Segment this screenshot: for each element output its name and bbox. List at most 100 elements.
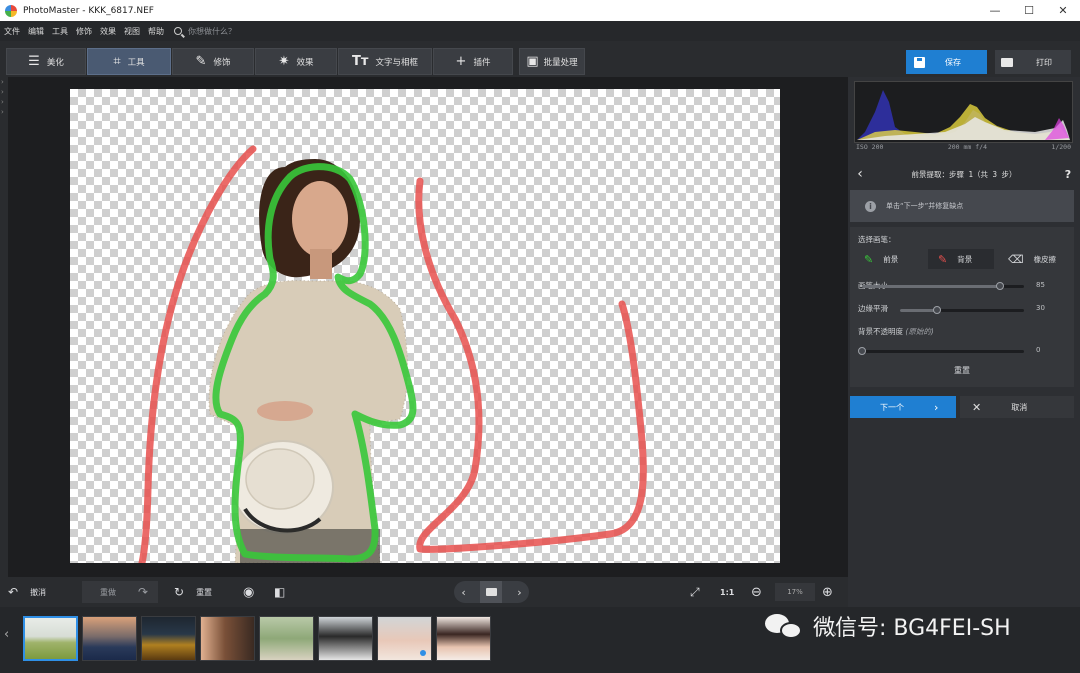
tab-effects[interactable]: ✷ 效果	[255, 48, 337, 75]
batch-process-label: 批量处理	[543, 57, 578, 68]
redo-label: 重做	[100, 587, 116, 597]
maximize-button[interactable]: ☐	[1012, 0, 1046, 21]
hint-text: 单击“下一步”并修复缺点	[886, 202, 964, 210]
background-opacity-label: 背景不透明度 (原始的)	[858, 326, 934, 337]
background-opacity-value: 0	[1036, 346, 1041, 354]
thumbnail[interactable]	[82, 616, 137, 661]
redo-icon: ↷	[138, 585, 149, 599]
image-canvas[interactable]	[70, 89, 780, 563]
eye-icon[interactable]: ◉	[243, 581, 263, 603]
foreground-brush-label: 前景	[883, 254, 899, 264]
save-button[interactable]: 保存	[906, 50, 987, 74]
zoom-in-icon[interactable]: ⊕	[822, 581, 838, 603]
cancel-label: 取消	[1011, 402, 1028, 412]
chevron-left-icon[interactable]: ‹	[4, 627, 9, 642]
info-icon: i	[865, 200, 876, 212]
eraser-icon: ⌫	[1008, 252, 1024, 266]
menu-help[interactable]: 帮助	[148, 26, 164, 37]
menu-retouch[interactable]: 修饰	[76, 26, 92, 37]
window-title: PhotoMaster - KKK_6817.NEF	[23, 5, 154, 16]
reset-button[interactable]: ↻ 重置	[168, 581, 234, 603]
tab-enhance[interactable]: ☰ 美化	[6, 48, 86, 75]
text-icon: Tт	[352, 54, 369, 69]
floppy-disk-icon	[914, 56, 925, 68]
tab-retouch[interactable]: ✎ 修饰	[172, 48, 254, 75]
thumbnail[interactable]	[318, 616, 373, 661]
background-opacity-text: 背景不透明度	[858, 327, 903, 336]
print-label: 打印	[1036, 57, 1052, 67]
thumbnail[interactable]	[141, 616, 196, 661]
brush-icon: ✎	[195, 54, 207, 69]
image-stack-icon: ▣	[526, 54, 539, 69]
hint-box: i 单击“下一步”并修复缺点	[850, 190, 1074, 222]
extraction-overlay	[138, 145, 647, 563]
thumbnail[interactable]	[200, 616, 255, 661]
left-collapse-strip[interactable]: › › › ›	[0, 77, 8, 577]
zoom-out-icon[interactable]: ⊖	[751, 581, 767, 603]
next-button[interactable]: 下一个 ›	[850, 396, 956, 418]
zoom-value[interactable]: 17%	[775, 583, 815, 601]
title-bar: PhotoMaster - KKK_6817.NEF — ☐ ✕	[0, 0, 1080, 21]
chevron-right-icon: ›	[1, 98, 4, 106]
background-opacity-note: (原始的)	[905, 327, 934, 336]
tab-text-frames[interactable]: Tт 文字与相框	[338, 48, 432, 75]
edge-smooth-value: 30	[1036, 304, 1045, 312]
search-box[interactable]: 你想做什么？	[174, 26, 236, 37]
chevron-right-icon: ›	[1, 108, 4, 116]
minimize-button[interactable]: —	[978, 0, 1012, 21]
thumbnail[interactable]	[23, 616, 78, 661]
chevron-right-icon: ›	[934, 400, 939, 414]
edge-smooth-slider[interactable]	[900, 306, 1024, 314]
tab-tools[interactable]: ⌗ 工具	[87, 48, 171, 75]
foreground-brush-button[interactable]: ✎ 前景	[854, 249, 920, 269]
close-button[interactable]: ✕	[1046, 0, 1080, 21]
edge-smooth-fill	[900, 309, 938, 312]
tab-plugins-label: 插件	[473, 57, 491, 68]
crop-icon: ⌗	[113, 54, 121, 69]
menu-file[interactable]: 文件	[4, 26, 20, 37]
thumbnail[interactable]	[377, 616, 432, 661]
histogram-info: ISO 200 200 mm f/4 1/200	[854, 143, 1073, 155]
background-brush-button[interactable]: ✎ 背景	[928, 249, 994, 269]
tab-effects-label: 效果	[296, 57, 314, 68]
compare-icon[interactable]: ◧	[274, 581, 294, 603]
menu-tools[interactable]: 工具	[52, 26, 68, 37]
sparkle-icon: ✷	[278, 54, 290, 69]
thumbnail[interactable]	[436, 616, 491, 661]
brush-size-fill	[862, 285, 1000, 288]
image-canvas-area[interactable]	[8, 77, 848, 577]
tab-plugins[interactable]: + 插件	[433, 48, 513, 75]
batch-process-button[interactable]: ▣ 批量处理	[519, 48, 585, 75]
right-toolbar: 保存 打印	[848, 41, 1080, 77]
iso-value: ISO 200	[856, 143, 884, 151]
folder-icon	[485, 588, 497, 596]
menu-view[interactable]: 视图	[124, 26, 140, 37]
redo-button[interactable]: 重做 ↷	[82, 581, 158, 603]
background-opacity-slider[interactable]	[858, 347, 1024, 355]
chevron-left-icon[interactable]: ‹	[461, 586, 465, 599]
thumbnail[interactable]	[259, 616, 314, 661]
brush-size-slider[interactable]	[862, 282, 1024, 290]
menu-bar: 文件 编辑 工具 修饰 效果 视图 帮助 你想做什么？	[0, 21, 1080, 41]
step-title: 前景提取：步骤 1（共 3 步）	[911, 169, 1017, 179]
chevron-right-icon: ›	[1, 78, 4, 86]
menu-effects[interactable]: 效果	[100, 26, 116, 37]
panel-reset-button[interactable]: 重置	[850, 365, 1074, 376]
help-icon[interactable]: ?	[1056, 168, 1080, 181]
background-opacity-handle[interactable]	[858, 347, 866, 355]
edge-smooth-handle[interactable]	[933, 306, 942, 314]
image-navigation: ‹ ›	[454, 581, 529, 603]
menu-edit[interactable]: 编辑	[28, 26, 44, 37]
cancel-button[interactable]: ✕ 取消	[960, 396, 1074, 418]
print-button[interactable]: 打印	[995, 50, 1071, 74]
zoom-1-1-button[interactable]: 1:1	[720, 581, 740, 603]
brush-size-value: 85	[1036, 281, 1045, 289]
eraser-button[interactable]: ⌫ 橡皮擦	[998, 249, 1072, 269]
back-arrow-icon[interactable]: ‹	[848, 166, 872, 182]
brush-size-handle[interactable]	[995, 282, 1004, 290]
folder-button[interactable]	[480, 581, 503, 603]
chevron-right-icon[interactable]: ›	[517, 586, 521, 599]
undo-button[interactable]: ↶ 撤消	[8, 581, 76, 603]
edited-indicator-dot	[420, 650, 426, 656]
fit-screen-icon[interactable]: ⤢	[690, 581, 708, 603]
